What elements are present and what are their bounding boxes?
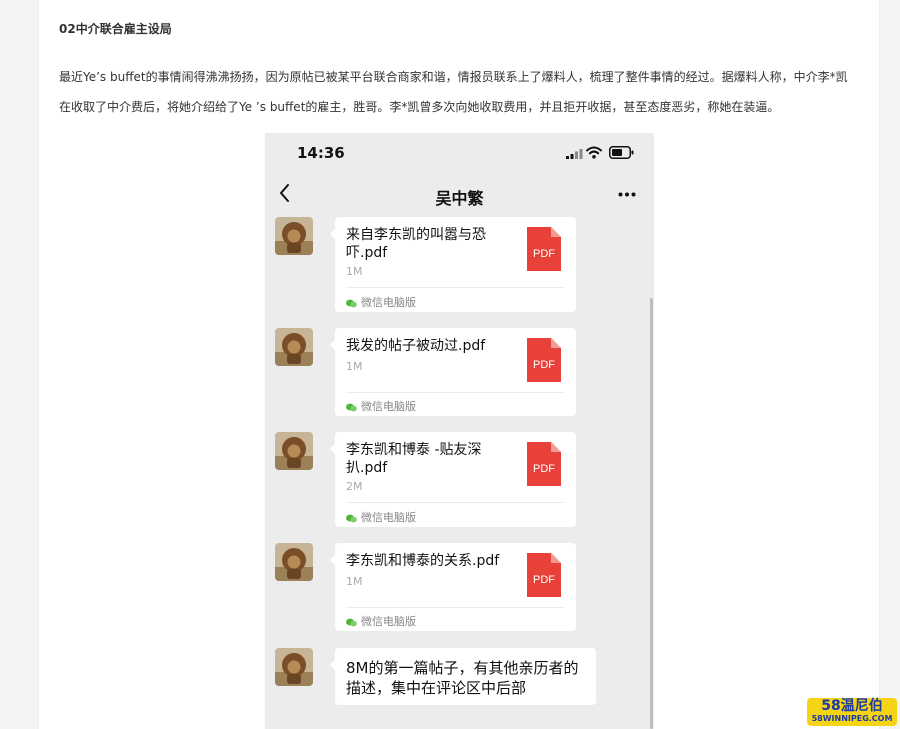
- file-source: 微信电脑版: [346, 613, 416, 629]
- file-message: 李东凯和博泰的关系.pdf 1M PDF 微信电脑版: [275, 543, 576, 632]
- article-paragraph: 最近Ye’s buffet的事情闹得沸沸扬扬，因为原帖已被某平台联合商家和谐，情…: [59, 62, 867, 122]
- text-message-content: 8M的第一篇帖子，有其他亲历者的描述，集中在评论区中后部: [346, 659, 579, 697]
- file-name: 李东凯和博泰的关系.pdf: [346, 553, 500, 569]
- pdf-label: PDF: [533, 248, 555, 260]
- lion-avatar-icon: [275, 217, 313, 255]
- watermark-title: 58温尼伯: [821, 698, 883, 714]
- file-source-label: 微信电脑版: [361, 400, 416, 413]
- file-name: 我发的帖子被动过.pdf: [346, 338, 486, 354]
- status-time: 14:36: [297, 144, 345, 162]
- file-name: 李东凯和博泰 -贴友深扒.pdf: [346, 442, 482, 476]
- chat-screenshot: 14:36 吴中繁 来自李东凯的叫嚣与恐吓.pdf 1M PDF 微信电脑版 我…: [265, 133, 654, 729]
- lion-avatar-icon: [275, 432, 313, 470]
- pdf-file-icon: PDF: [527, 442, 561, 486]
- avatar[interactable]: [275, 328, 313, 366]
- lion-avatar-icon: [275, 543, 313, 581]
- lion-avatar-icon: [275, 328, 313, 366]
- pdf-file-icon: PDF: [527, 338, 561, 382]
- file-bubble[interactable]: 来自李东凯的叫嚣与恐吓.pdf 1M PDF 微信电脑版: [330, 217, 576, 312]
- file-source-label: 微信电脑版: [361, 511, 416, 524]
- text-bubble[interactable]: 8M的第一篇帖子，有其他亲历者的描述，集中在评论区中后部: [330, 648, 596, 705]
- watermark-url: 58WINNIPEG.COM: [811, 714, 893, 723]
- divider: [346, 287, 565, 288]
- paragraph-line-1: 最近Ye’s buffet的事情闹得沸沸扬扬，因为原帖已被某平台联合商家和谐，情…: [59, 70, 848, 84]
- pdf-file-icon: PDF: [527, 227, 561, 271]
- pdf-label: PDF: [533, 359, 555, 371]
- avatar[interactable]: [275, 217, 313, 255]
- battery-icon: [609, 146, 634, 159]
- lion-avatar-icon: [275, 648, 313, 686]
- text-message: 8M的第一篇帖子，有其他亲历者的描述，集中在评论区中后部: [275, 648, 596, 706]
- file-size: 1M: [346, 575, 363, 588]
- avatar[interactable]: [275, 543, 313, 581]
- file-bubble[interactable]: 李东凯和博泰的关系.pdf 1M PDF 微信电脑版: [330, 543, 576, 631]
- file-source-label: 微信电脑版: [361, 615, 416, 628]
- chat-title: 吴中繁: [435, 189, 484, 208]
- pdf-label: PDF: [533, 574, 555, 586]
- file-name: 来自李东凯的叫嚣与恐吓.pdf: [346, 227, 486, 261]
- scrollbar[interactable]: [650, 298, 653, 729]
- file-source-label: 微信电脑版: [361, 296, 416, 309]
- site-watermark-logo: 58温尼伯 58WINNIPEG.COM: [807, 698, 897, 726]
- wifi-icon: [586, 146, 602, 159]
- divider: [346, 392, 565, 393]
- divider: [346, 607, 565, 608]
- chat-nav-bar: 吴中繁: [265, 175, 654, 215]
- paragraph-line-2: 在收取了中介费后，将她介绍给了Ye ’s buffet的雇主，胜哥。李*凯曾多次…: [59, 100, 780, 114]
- file-message: 李东凯和博泰 -贴友深扒.pdf 2M PDF 微信电脑版: [275, 432, 576, 528]
- wechat-icon: [346, 514, 357, 522]
- wechat-icon: [346, 618, 357, 626]
- signal-icon: [566, 149, 583, 159]
- file-bubble[interactable]: 我发的帖子被动过.pdf 1M PDF 微信电脑版: [330, 328, 576, 416]
- file-size: 1M: [346, 360, 363, 373]
- file-source: 微信电脑版: [346, 509, 416, 525]
- file-size: 2M: [346, 480, 363, 493]
- pdf-label: PDF: [533, 463, 555, 475]
- pdf-file-icon: PDF: [527, 553, 561, 597]
- wechat-icon: [346, 299, 357, 307]
- file-message: 来自李东凯的叫嚣与恐吓.pdf 1M PDF 微信电脑版: [275, 217, 576, 313]
- section-heading: 02中介联合雇主设局: [59, 22, 172, 36]
- file-message: 我发的帖子被动过.pdf 1M PDF 微信电脑版: [275, 328, 576, 417]
- file-source: 微信电脑版: [346, 294, 416, 310]
- file-source: 微信电脑版: [346, 398, 416, 414]
- divider: [346, 502, 565, 503]
- more-options-icon[interactable]: [618, 192, 636, 197]
- avatar[interactable]: [275, 648, 313, 686]
- avatar[interactable]: [275, 432, 313, 470]
- file-bubble[interactable]: 李东凯和博泰 -贴友深扒.pdf 2M PDF 微信电脑版: [330, 432, 576, 527]
- file-size: 1M: [346, 265, 363, 278]
- wechat-icon: [346, 403, 357, 411]
- status-bar: 14:36: [265, 133, 654, 173]
